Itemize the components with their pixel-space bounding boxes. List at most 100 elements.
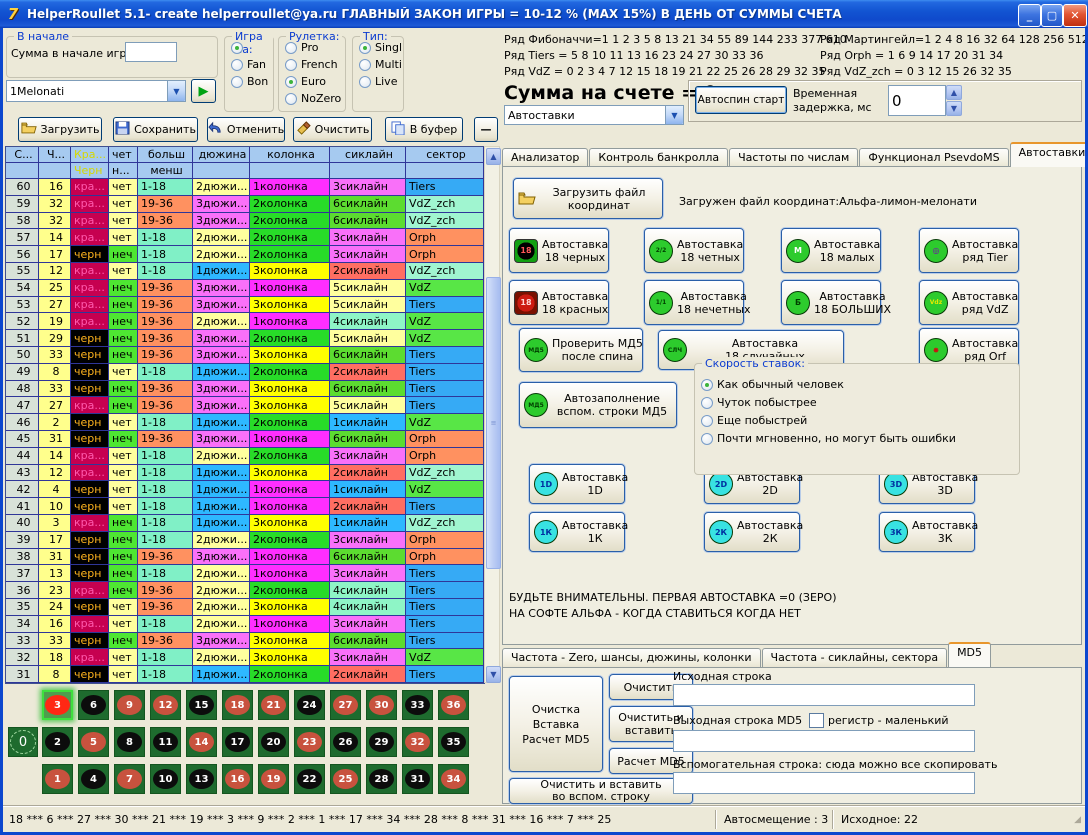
speed-option-3[interactable]: Почти мгновенно, но могут быть ошибки xyxy=(701,432,1019,445)
board-cell-28[interactable]: 28 xyxy=(366,764,397,794)
radio-option-French[interactable]: French xyxy=(285,58,345,71)
board-cell-14[interactable]: 14 xyxy=(186,727,217,757)
board-cell-33[interactable]: 33 xyxy=(402,690,433,720)
board-cell-18[interactable]: 18 xyxy=(222,690,253,720)
chevron-down-icon[interactable]: ▼ xyxy=(665,106,683,124)
speed-option-1[interactable]: Чуток побыстрее xyxy=(701,396,1019,409)
autospin-start-button[interactable]: Автоспин старт xyxy=(695,86,787,114)
autobet-button-0[interactable]: 18Автоставка18 черных xyxy=(509,228,609,273)
radio-icon[interactable] xyxy=(359,42,371,54)
speed-option-2[interactable]: Еще побыстрей xyxy=(701,414,1019,427)
radio-option-NoZero[interactable]: NoZero xyxy=(285,92,345,105)
board-cell-22[interactable]: 22 xyxy=(294,764,325,794)
board-cell-11[interactable]: 11 xyxy=(150,727,181,757)
scrollbar-thumb[interactable]: ≡ xyxy=(486,277,501,569)
toolbar-open-folder-button[interactable]: Загрузить xyxy=(18,117,102,142)
board-cell-36[interactable]: 36 xyxy=(438,690,469,720)
autobet-button-16[interactable]: 2КАвтоставка2К xyxy=(704,512,800,552)
board-cell-16[interactable]: 16 xyxy=(222,764,253,794)
autobet-button-5[interactable]: 1/1Автоставка18 нечетных xyxy=(644,280,744,325)
delay-spinner[interactable]: ▲ ▼ xyxy=(946,85,962,116)
radio-option-Euro[interactable]: Euro xyxy=(285,75,345,88)
scroll-down-icon[interactable]: ▼ xyxy=(486,666,501,683)
autobet-button-17[interactable]: 3КАвтоставка3К xyxy=(879,512,975,552)
board-cell-23[interactable]: 23 xyxy=(294,727,325,757)
board-cell-27[interactable]: 27 xyxy=(330,690,361,720)
toolbar-undo-arrow-button[interactable]: Отменить xyxy=(207,117,285,142)
board-cell-2[interactable]: 2 xyxy=(42,727,73,757)
radio-option-Live[interactable]: Live xyxy=(359,75,403,88)
radio-icon[interactable] xyxy=(231,76,243,88)
autobet-button-12[interactable]: 1DАвтоставка1D xyxy=(529,464,625,504)
mode-combo[interactable]: Автоставки ▼ xyxy=(504,105,684,125)
toolbar-copy-buffer-button[interactable]: В буфер xyxy=(385,117,463,142)
autobet-button-4[interactable]: 18Автоставка18 красных xyxy=(509,280,609,325)
radio-option-Multi[interactable]: Multi xyxy=(359,58,403,71)
board-cell-7[interactable]: 7 xyxy=(114,764,145,794)
radio-icon[interactable] xyxy=(701,415,713,427)
autobet-button-11[interactable]: МД5Автозаполнениевспом. строки МД5 xyxy=(519,382,677,428)
md5-aux-input[interactable] xyxy=(673,772,975,794)
autobet-button-8[interactable]: МД5Проверить МД5после спина xyxy=(519,328,643,372)
board-cell-17[interactable]: 17 xyxy=(222,727,253,757)
radio-icon[interactable] xyxy=(701,379,713,391)
md5-big-button[interactable]: Очистка Вставка Расчет MD5 xyxy=(509,676,603,772)
autobet-button-15[interactable]: 1КАвтоставка1К xyxy=(529,512,625,552)
board-cell-5[interactable]: 5 xyxy=(78,727,109,757)
board-cell-32[interactable]: 32 xyxy=(402,727,433,757)
collapse-button[interactable]: — xyxy=(474,117,498,142)
radio-icon[interactable] xyxy=(285,42,297,54)
radio-icon[interactable] xyxy=(359,76,371,88)
md5-output-input[interactable] xyxy=(673,730,975,752)
autobet-button-2[interactable]: МАвтоставка18 малых xyxy=(781,228,881,273)
md5-clear-paste-aux-button[interactable]: Очистить и вставить во вспом. строку xyxy=(509,778,693,804)
chevron-down-icon[interactable]: ▼ xyxy=(167,81,185,101)
profile-combo[interactable]: 1Melonati ▼ xyxy=(6,80,186,102)
board-cell-9[interactable]: 9 xyxy=(114,690,145,720)
autobet-button-7[interactable]: VdzАвтоставкаряд VdZ xyxy=(919,280,1019,325)
radio-icon[interactable] xyxy=(285,59,297,71)
register-checkbox[interactable] xyxy=(809,713,824,728)
tab-bottom-2[interactable]: MD5 xyxy=(948,642,991,667)
tab-main-4[interactable]: Автоставки xyxy=(1010,142,1088,167)
board-cell-6[interactable]: 6 xyxy=(78,690,109,720)
autobet-button-6[interactable]: БАвтоставка18 БОЛЬШИХ xyxy=(781,280,881,325)
board-cell-15[interactable]: 15 xyxy=(186,690,217,720)
minimize-button[interactable]: _ xyxy=(1018,4,1041,27)
board-cell-25[interactable]: 25 xyxy=(330,764,361,794)
scroll-up-icon[interactable]: ▲ xyxy=(486,148,501,165)
board-cell-10[interactable]: 10 xyxy=(150,764,181,794)
radio-icon[interactable] xyxy=(701,397,713,409)
radio-icon[interactable] xyxy=(701,433,713,445)
board-cell-31[interactable]: 31 xyxy=(402,764,433,794)
toolbar-save-disk-button[interactable]: Сохранить xyxy=(113,117,198,142)
board-cell-1[interactable]: 1 xyxy=(42,764,73,794)
tab-bottom-0[interactable]: Частота - Zero, шансы, дюжины, колонки xyxy=(502,648,761,669)
table-scrollbar[interactable]: ▲ ≡ ▼ xyxy=(484,146,500,683)
board-cell-24[interactable]: 24 xyxy=(294,690,325,720)
radio-icon[interactable] xyxy=(231,42,243,54)
radio-option-Bon[interactable]: Bon xyxy=(231,75,273,88)
board-cell-12[interactable]: 12 xyxy=(150,690,181,720)
spinner-up-icon[interactable]: ▲ xyxy=(946,85,962,100)
start-sum-input[interactable] xyxy=(125,42,177,62)
toolbar-clear-brush-button[interactable]: Очистить xyxy=(293,117,372,142)
board-cell-20[interactable]: 20 xyxy=(258,727,289,757)
board-cell-35[interactable]: 35 xyxy=(438,727,469,757)
board-cell-19[interactable]: 19 xyxy=(258,764,289,794)
maximize-button[interactable]: ▢ xyxy=(1041,4,1063,27)
board-cell-8[interactable]: 8 xyxy=(114,727,145,757)
resize-grip[interactable]: ◢ xyxy=(1074,815,1081,825)
md5-source-input[interactable] xyxy=(673,684,975,706)
board-cell-13[interactable]: 13 xyxy=(186,764,217,794)
radio-icon[interactable] xyxy=(285,93,297,105)
delay-input[interactable] xyxy=(888,85,946,116)
board-zero-cell[interactable]: 0 xyxy=(8,727,38,757)
board-cell-4[interactable]: 4 xyxy=(78,764,109,794)
board-cell-3[interactable]: 3 xyxy=(42,690,73,720)
board-cell-26[interactable]: 26 xyxy=(330,727,361,757)
autobet-button-3[interactable]: ◎Автоставкаряд Tier xyxy=(919,228,1019,273)
speed-option-0[interactable]: Как обычный человек xyxy=(701,378,1019,391)
board-cell-34[interactable]: 34 xyxy=(438,764,469,794)
board-cell-30[interactable]: 30 xyxy=(366,690,397,720)
